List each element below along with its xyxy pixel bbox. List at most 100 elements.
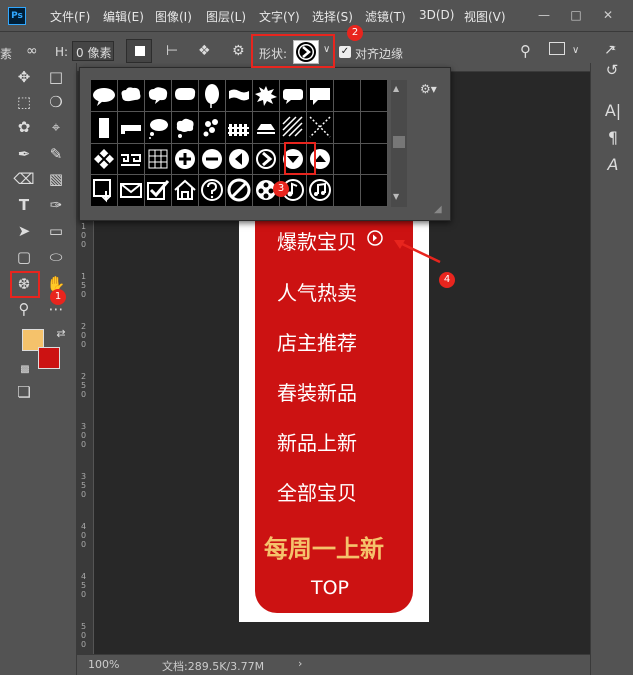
eyedropper-tool-icon[interactable]: ✒ xyxy=(13,143,35,165)
speech-bubble-cloud-icon[interactable] xyxy=(118,80,145,112)
workspace-chevron-icon[interactable]: ∨ xyxy=(572,45,579,56)
ellipse-tool-icon[interactable]: ⬭ xyxy=(45,246,67,268)
hatch-icon[interactable] xyxy=(280,111,307,144)
ruler-label: 0 xyxy=(81,431,87,440)
lasso-tool-icon[interactable]: ❍ xyxy=(45,91,67,113)
ruler-label: 4 xyxy=(81,522,87,531)
speech-bubble-burst-icon[interactable] xyxy=(253,80,280,112)
default-colors-icon[interactable]: ▩ xyxy=(14,359,36,381)
menu-select[interactable]: 选择(S) xyxy=(312,8,353,25)
zoom-level[interactable]: 100% xyxy=(88,658,119,671)
envelope-icon[interactable] xyxy=(118,175,145,207)
circle-plus-icon[interactable] xyxy=(172,143,199,176)
marquee-tool-icon[interactable]: ⬚ xyxy=(13,91,35,113)
screen-mode-icon[interactable]: ❏ xyxy=(13,381,35,403)
history-icon[interactable]: ↺ xyxy=(601,59,623,81)
crop-tool-icon[interactable]: ⌖ xyxy=(45,116,67,138)
banner-tall-icon[interactable] xyxy=(91,111,118,144)
menu-view[interactable]: 视图(V) xyxy=(464,8,506,25)
search-icon[interactable]: ⚲ xyxy=(520,42,531,60)
pen-tool-icon[interactable]: ✑ xyxy=(45,194,67,216)
tools-panel: ✥ □ ⬚ ❍ ✿ ⌖ ✒ ✎ ⌫ ▧ T ✑ ➤ ▭ ▢ ⬭ ❆ ✋ ⚲ ⋯ … xyxy=(0,63,77,675)
grid-diagonal-icon[interactable] xyxy=(253,111,280,144)
thought-cloud-icon[interactable] xyxy=(172,111,199,144)
menu-image[interactable]: 图像(I) xyxy=(155,8,192,25)
shape-cell-empty xyxy=(361,111,388,144)
fence-icon[interactable] xyxy=(226,111,253,144)
gear-icon[interactable]: ⚙ xyxy=(232,43,245,59)
ruler-label: 0 xyxy=(81,490,87,499)
close-icon[interactable]: ✕ xyxy=(598,5,618,25)
artboard-tool-icon[interactable]: □ xyxy=(45,66,67,88)
house-icon[interactable] xyxy=(172,175,199,207)
music-note2-icon[interactable] xyxy=(307,175,334,207)
x-cross-icon[interactable] xyxy=(307,111,334,144)
link-icon[interactable]: ∞ xyxy=(26,43,38,59)
circle-right-icon[interactable] xyxy=(253,143,280,176)
speech-bubble-oval-icon[interactable] xyxy=(91,80,118,112)
workspace-icon[interactable] xyxy=(549,42,565,55)
scroll-thumb[interactable] xyxy=(393,136,405,148)
menu-edit[interactable]: 编辑(E) xyxy=(103,8,144,25)
zoom-tool-icon[interactable]: ⚲ xyxy=(13,298,35,320)
square-icon xyxy=(135,46,145,56)
healing-tool-icon[interactable]: ✎ xyxy=(45,143,67,165)
move-tool-icon[interactable]: ✥ xyxy=(13,66,35,88)
rectangle-tool-icon[interactable]: ▭ xyxy=(45,220,67,242)
path-select-tool-icon[interactable]: ➤ xyxy=(13,220,35,242)
scroll-down-icon[interactable]: ▼ xyxy=(393,192,399,201)
speech-bubble-cloud3-icon[interactable] xyxy=(172,80,199,112)
ruler-label: 0 xyxy=(81,531,87,540)
top-label: TOP xyxy=(311,577,350,599)
collapse-icon[interactable]: « xyxy=(602,38,624,60)
status-arrow-icon[interactable]: › xyxy=(298,657,302,670)
menu-layer[interactable]: 图层(L) xyxy=(206,8,246,25)
align-edges-checkbox[interactable]: ✓ xyxy=(339,46,351,58)
speech-bubble-cloud2-icon[interactable] xyxy=(145,80,172,112)
menu-file[interactable]: 文件(F) xyxy=(50,8,90,25)
resize-grip-icon[interactable]: ◢ xyxy=(434,204,442,215)
paragraph-panel-icon[interactable]: ¶ xyxy=(602,127,624,149)
ruler-label: 2 xyxy=(81,322,87,331)
quick-select-tool-icon[interactable]: ✿ xyxy=(13,116,35,138)
speech-bubble-round-icon[interactable] xyxy=(280,80,307,112)
checkbox-icon[interactable] xyxy=(145,175,172,207)
ruler-label: 1 xyxy=(81,272,87,281)
rounded-rect-tool-icon[interactable]: ▢ xyxy=(13,246,35,268)
path-alignment-icon[interactable]: ⊢ xyxy=(166,43,178,59)
disk-arrow-icon[interactable] xyxy=(91,175,118,207)
type-tool-icon[interactable]: T xyxy=(13,194,35,216)
thought-bubble-icon[interactable] xyxy=(145,111,172,144)
character-panel-icon[interactable]: A| xyxy=(602,100,624,122)
scroll-up-icon[interactable]: ▲ xyxy=(393,84,399,93)
path-arrangement-icon[interactable]: ❖ xyxy=(198,43,211,59)
speech-bubble-wave-icon[interactable] xyxy=(226,80,253,112)
minimize-icon[interactable]: — xyxy=(534,5,554,25)
background-color-swatch[interactable] xyxy=(38,347,60,369)
shape-scrollbar[interactable]: ▲ ▼ xyxy=(391,80,407,207)
checker-icon[interactable] xyxy=(91,143,118,176)
circle-minus-icon[interactable] xyxy=(199,143,226,176)
eraser-tool-icon[interactable]: ⌫ xyxy=(13,168,35,190)
ruler-label: 0 xyxy=(81,440,87,449)
grid-icon[interactable] xyxy=(145,143,172,176)
paws-icon[interactable] xyxy=(199,111,226,144)
speech-bubble-leaf-icon[interactable] xyxy=(199,80,226,112)
circle-question-icon[interactable] xyxy=(199,175,226,207)
banner-bar-icon[interactable] xyxy=(118,111,145,144)
ruler-label: 0 xyxy=(81,231,87,240)
menu-type[interactable]: 文字(Y) xyxy=(259,8,300,25)
menu-filter[interactable]: 滤镜(T) xyxy=(365,8,406,25)
height-input[interactable]: 0 像素 xyxy=(72,41,114,61)
circle-left-icon[interactable] xyxy=(226,143,253,176)
glyphs-panel-icon[interactable]: A xyxy=(602,154,624,176)
greek-key-icon[interactable] xyxy=(118,143,145,176)
gradient-tool-icon[interactable]: ▧ xyxy=(45,168,67,190)
no-sign-icon[interactable] xyxy=(226,175,253,207)
panel-gear-icon[interactable]: ⚙▾ xyxy=(420,82,437,96)
maximize-icon[interactable]: □ xyxy=(566,5,586,25)
swap-colors-icon[interactable]: ⇄ xyxy=(50,323,72,345)
path-operations-button[interactable] xyxy=(126,39,152,63)
menu-3d[interactable]: 3D(D) xyxy=(419,8,454,22)
speech-bubble-square-icon[interactable] xyxy=(307,80,334,112)
